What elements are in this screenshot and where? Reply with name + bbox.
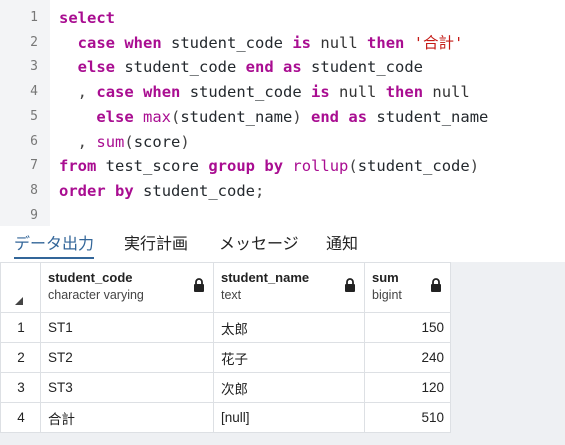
sql-editor[interactable]: 1 select 2 case when student_code is nul… <box>0 0 565 226</box>
grid-header-row: student_code character varying student_n… <box>0 262 451 313</box>
cell-student-code[interactable]: ST3 <box>40 372 214 403</box>
cell-student-name[interactable]: 次郎 <box>213 372 365 403</box>
table-row[interactable]: 4 合計 [null] 510 <box>0 402 451 433</box>
line-number: 3 <box>30 59 38 75</box>
cell-sum[interactable]: 120 <box>364 372 451 403</box>
result-tab-bar: データ出力 実行計画 メッセージ 通知 <box>0 226 565 262</box>
table-row[interactable]: 3 ST3 次郎 120 <box>0 372 451 403</box>
code-line[interactable]: 2 case when student_code is null then '合… <box>0 31 565 56</box>
row-number[interactable]: 1 <box>0 312 41 343</box>
cell-sum[interactable]: 510 <box>364 402 451 433</box>
code-line[interactable]: 1 select <box>0 6 565 31</box>
table-row[interactable]: 2 ST2 花子 240 <box>0 342 451 373</box>
lock-icon <box>431 278 441 292</box>
line-number: 7 <box>30 158 38 174</box>
select-all-corner[interactable] <box>0 262 41 313</box>
line-number: 1 <box>30 10 38 25</box>
code-line[interactable]: 4 , case when student_code is null then … <box>0 80 565 105</box>
tab-notifications[interactable]: 通知 <box>326 233 358 259</box>
column-header-student-code[interactable]: student_code character varying <box>40 262 214 313</box>
line-number: 4 <box>30 84 38 100</box>
tab-data-output[interactable]: データ出力 <box>14 233 95 259</box>
row-number[interactable]: 2 <box>0 342 41 373</box>
result-grid-area: student_code character varying student_n… <box>0 262 565 445</box>
column-name: student_code <box>48 270 133 285</box>
code-text[interactable]: , sum(score) <box>59 130 190 154</box>
cell-sum[interactable]: 240 <box>364 342 451 373</box>
sort-indicator-icon <box>15 297 23 305</box>
row-number[interactable]: 3 <box>0 372 41 403</box>
code-line[interactable]: 7 from test_score group by rollup(studen… <box>0 154 565 179</box>
code-text[interactable]: , case when student_code is null then nu… <box>59 80 470 104</box>
code-line[interactable]: 9 <box>0 204 565 229</box>
code-line[interactable]: 3 else student_code end as student_code <box>0 55 565 80</box>
cell-student-name[interactable]: 太郎 <box>213 312 365 343</box>
code-line[interactable]: 6 , sum(score) <box>0 130 565 155</box>
code-text[interactable]: order by student_code; <box>59 179 264 203</box>
code-text[interactable]: else student_code end as student_code <box>59 55 423 79</box>
lock-icon <box>194 278 204 292</box>
line-number: 6 <box>30 133 38 149</box>
code-text[interactable]: select <box>59 6 115 30</box>
table-row[interactable]: 1 ST1 太郎 150 <box>0 312 451 343</box>
tab-messages[interactable]: メッセージ <box>219 233 299 259</box>
column-header-sum[interactable]: sum bigint <box>364 262 451 313</box>
lock-icon <box>345 278 355 292</box>
code-line[interactable]: 5 else max(student_name) end as student_… <box>0 105 565 130</box>
result-grid: student_code character varying student_n… <box>0 262 451 433</box>
line-number: 8 <box>30 182 38 198</box>
row-number[interactable]: 4 <box>0 402 41 433</box>
cell-student-name-null[interactable]: [null] <box>213 402 365 433</box>
tab-explain[interactable]: 実行計画 <box>124 233 188 259</box>
cell-student-name[interactable]: 花子 <box>213 342 365 373</box>
cell-student-code[interactable]: 合計 <box>40 402 214 433</box>
cell-student-code[interactable]: ST2 <box>40 342 214 373</box>
line-number: 9 <box>30 207 38 223</box>
column-type: text <box>221 288 242 302</box>
code-text[interactable]: else max(student_name) end as student_na… <box>59 105 488 129</box>
code-line[interactable]: 8 order by student_code; <box>0 179 565 204</box>
column-header-student-name[interactable]: student_name text <box>213 262 365 313</box>
column-name: student_name <box>221 270 310 285</box>
cell-student-code[interactable]: ST1 <box>40 312 214 343</box>
code-text[interactable]: from test_score group by rollup(student_… <box>59 154 479 178</box>
code-text[interactable]: case when student_code is null then '合計' <box>59 31 464 55</box>
line-number: 5 <box>30 108 38 124</box>
cell-sum[interactable]: 150 <box>364 312 451 343</box>
column-type: character varying <box>48 288 144 302</box>
line-number: 2 <box>30 34 38 50</box>
